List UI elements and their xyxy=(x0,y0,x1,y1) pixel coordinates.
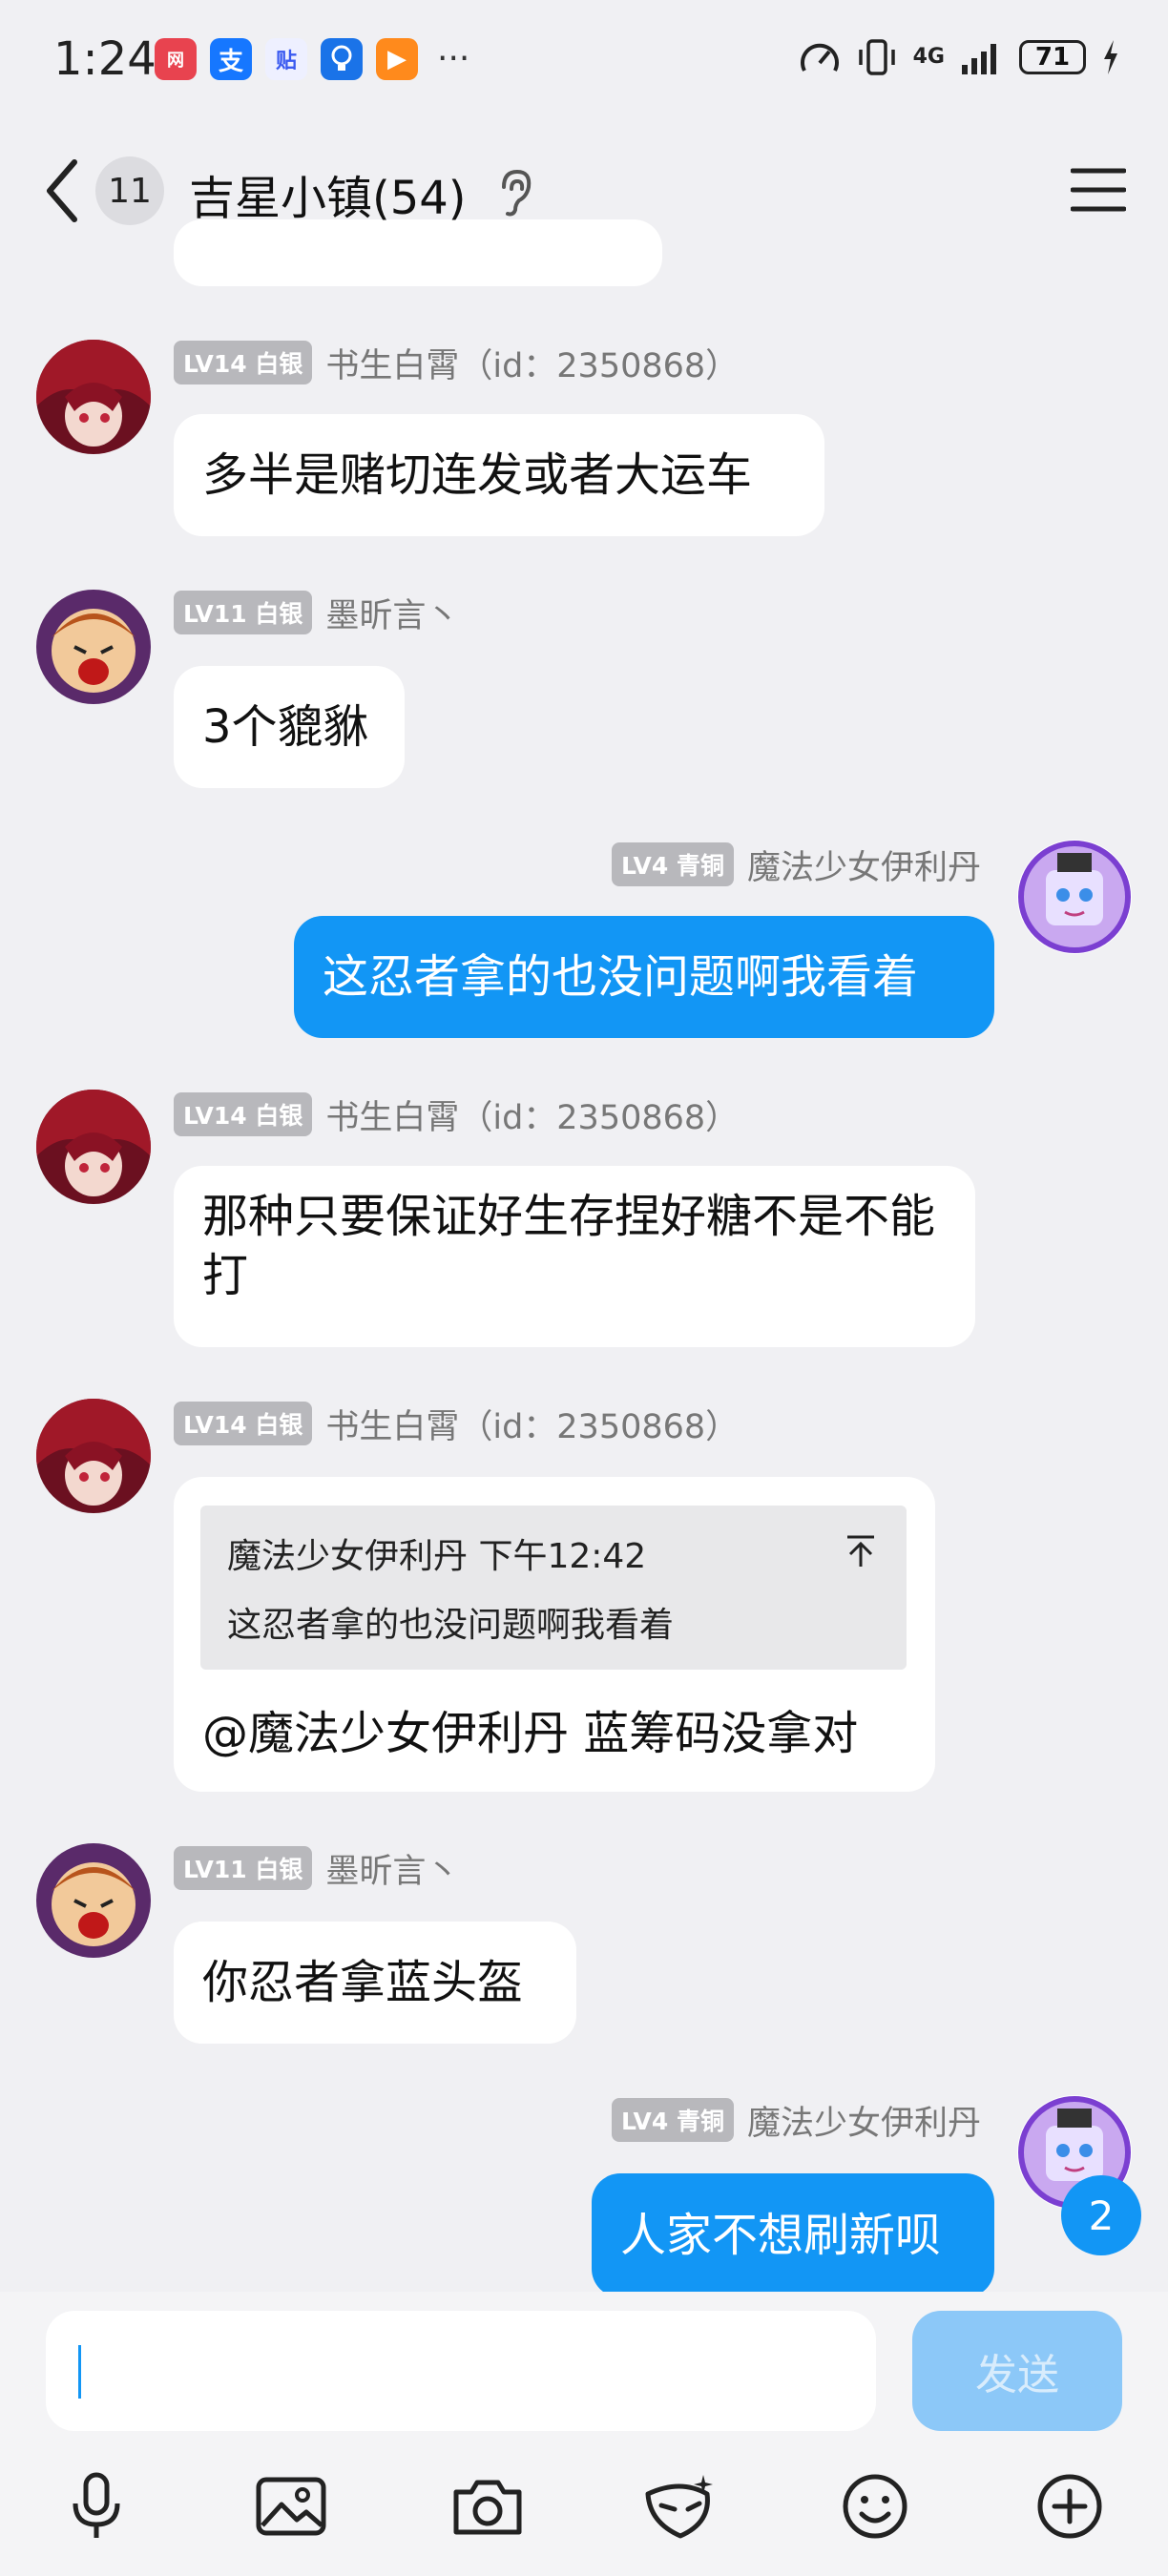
avatar[interactable] xyxy=(36,340,151,454)
level-badge: LV14 白银 xyxy=(174,1402,313,1445)
message-input[interactable] xyxy=(46,2311,876,2431)
plus-icon[interactable] xyxy=(1027,2463,1113,2549)
message-bubble[interactable]: 3个貔貅 xyxy=(174,666,405,788)
message-text: 那种只要保证好生存捏好糖不是不能打 xyxy=(202,1190,936,1302)
message-bubble-self[interactable]: 这忍者拿的也没问题啊我看着 xyxy=(294,916,994,1038)
avatar[interactable] xyxy=(36,1399,151,1513)
chat-area[interactable]: LV14 白银 书生白霄（id：2350868） 多半是赌切连发或者大运车 LV… xyxy=(0,0,1168,2297)
sender-name[interactable]: 书生白霄（id：2350868） xyxy=(325,1091,739,1139)
unread-count-badge[interactable]: 11 xyxy=(95,156,164,225)
sender-name[interactable]: 墨昕言丶 xyxy=(325,589,459,637)
level-badge: LV11 白银 xyxy=(174,591,313,634)
group-title[interactable]: 吉星小镇(54) xyxy=(189,160,467,227)
sender-name[interactable]: 魔法少女伊利丹 xyxy=(747,841,981,889)
message-bubble[interactable]: 你忍者拿蓝头盔 xyxy=(174,1922,576,2044)
message-text: 这忍者拿的也没问题啊我看着 xyxy=(323,950,919,1004)
emoji-icon[interactable] xyxy=(832,2463,918,2549)
avatar[interactable] xyxy=(36,1843,151,1958)
quoted-message[interactable]: 魔法少女伊利丹 下午12:42 这忍者拿的也没问题啊我看着 xyxy=(200,1506,907,1670)
level-badge: LV14 白银 xyxy=(174,1092,313,1136)
microphone-icon[interactable] xyxy=(53,2463,139,2549)
message-text: @魔法少女伊利丹 蓝筹码没拿对 xyxy=(202,1707,859,1760)
menu-icon[interactable] xyxy=(1071,166,1126,214)
level-badge: LV4 青铜 xyxy=(612,2098,734,2142)
level-badge: LV14 白银 xyxy=(174,341,313,384)
sender-name[interactable]: 书生白霄（id：2350868） xyxy=(325,339,739,387)
send-button[interactable]: 发送 xyxy=(912,2311,1122,2431)
level-badge: LV4 青铜 xyxy=(612,842,734,886)
quote-text: 这忍者拿的也没问题啊我看着 xyxy=(227,1606,675,1645)
back-arrow-icon[interactable] xyxy=(42,156,80,225)
avatar[interactable] xyxy=(1017,840,1132,954)
image-icon[interactable] xyxy=(248,2463,334,2549)
avatar[interactable] xyxy=(36,1090,151,1204)
message-text: 你忍者拿蓝头盔 xyxy=(202,1956,524,2009)
quote-header: 魔法少女伊利丹 下午12:42 xyxy=(227,1537,647,1576)
message-bubble[interactable]: 那种只要保证好生存捏好糖不是不能打 xyxy=(174,1166,975,1347)
ear-icon[interactable] xyxy=(496,168,534,219)
text-cursor xyxy=(78,2345,81,2399)
message-bubble-self[interactable]: 人家不想刷新呗 xyxy=(592,2173,994,2297)
level-badge: LV11 白银 xyxy=(174,1846,313,1890)
toolbar xyxy=(0,2463,1168,2559)
camera-icon[interactable] xyxy=(445,2463,531,2549)
message-text: 3个貔貅 xyxy=(202,700,369,754)
new-message-count-badge[interactable]: 2 xyxy=(1061,2175,1141,2255)
mask-icon[interactable] xyxy=(637,2463,723,2549)
sender-name[interactable]: 魔法少女伊利丹 xyxy=(747,2096,981,2145)
jump-to-original-icon[interactable] xyxy=(842,1532,880,1570)
message-bubble[interactable]: 多半是赌切连发或者大运车 xyxy=(174,414,824,536)
sender-name[interactable]: 墨昕言丶 xyxy=(325,1844,459,1893)
sender-name[interactable]: 书生白霄（id：2350868） xyxy=(325,1400,739,1448)
avatar[interactable] xyxy=(36,590,151,704)
message-text: 多半是赌切连发或者大运车 xyxy=(202,448,753,502)
message-text: 人家不想刷新呗 xyxy=(620,2209,942,2262)
input-bar: 发送 xyxy=(0,2292,1168,2576)
chat-header: 11 吉星小镇(54) xyxy=(0,134,1168,248)
